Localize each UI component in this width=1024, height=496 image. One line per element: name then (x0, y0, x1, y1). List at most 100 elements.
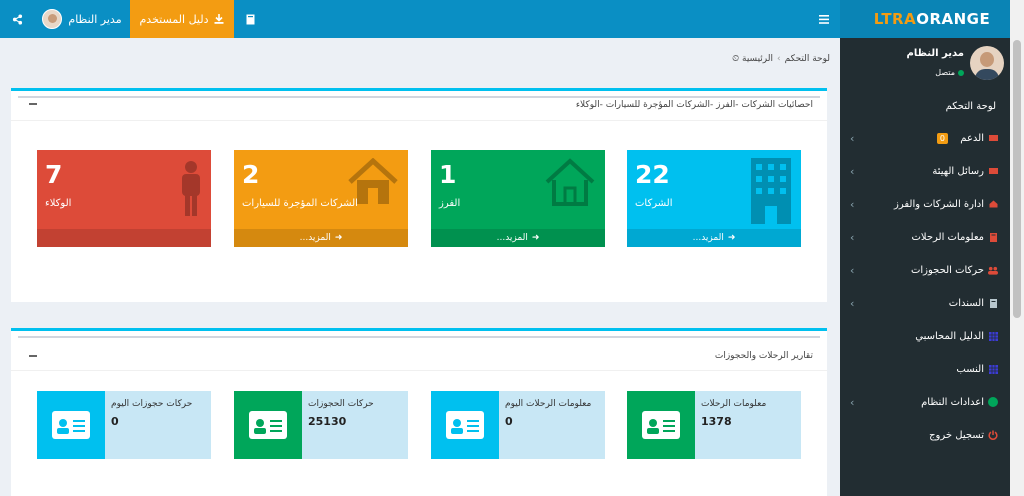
sidebar-item-accounts-guide[interactable]: الدليل المحاسبي (840, 324, 1010, 348)
panel-divider (18, 336, 820, 338)
reports-panel: تقارير الرحلات والحجوزات حركات حجوزات ال… (11, 328, 827, 496)
arrow-circle-icon: ➜ (727, 233, 736, 243)
sidebar-toggle-icon[interactable] (808, 0, 840, 38)
status-label: متصل (935, 68, 955, 77)
minimize-icon[interactable] (29, 103, 37, 105)
power-icon (988, 430, 998, 440)
grid-icon (988, 331, 998, 341)
home-icon (348, 157, 398, 209)
chevron-left-icon: ‹ (850, 263, 855, 277)
users-icon (988, 265, 998, 275)
breadcrumb-separator: › (777, 54, 781, 64)
info-box-label: حركات حجوزات اليوم (111, 399, 193, 409)
sorting-tile[interactable]: 1 الفرز ...المزيد ➜ (431, 150, 605, 247)
sidebar-item-settings[interactable]: ‹ اعدادات النظام (840, 390, 1010, 414)
download-icon (214, 14, 224, 24)
sidebar-item-bookings[interactable]: ‹ حركات الحجوزات (840, 258, 1010, 282)
sidebar-item-logout[interactable]: تسجيل خروج (840, 423, 1010, 447)
user-guide-label: دليل المستخدم (139, 12, 209, 26)
share-icon[interactable] (0, 0, 34, 38)
person-icon (179, 160, 203, 221)
document-icon (988, 298, 998, 308)
grid-icon (988, 364, 998, 374)
top-navbar: مدير النظام دليل المستخدم (0, 0, 840, 38)
sidebar-user-name: مدير النظام (906, 48, 964, 59)
avatar (970, 46, 1004, 80)
arrow-circle-icon: ➜ (531, 233, 540, 243)
panel-title: تقارير الرحلات والحجوزات (714, 351, 813, 361)
dashboard-icon: ⏲ (732, 54, 740, 64)
info-box-value: 25130 (308, 415, 347, 428)
sidebar-item-label: معلومات الرحلات (911, 231, 984, 243)
sidebar-item-label: الدليل المحاسبي (915, 330, 984, 342)
page-scrollbar[interactable] (1010, 0, 1024, 496)
info-box-value: 1378 (701, 415, 732, 428)
scrollbar-thumb[interactable] (1013, 40, 1021, 318)
more-link[interactable]: ...المزيد ➜ (627, 229, 801, 247)
tile-label: الوكلاء (45, 198, 72, 209)
minimize-icon[interactable] (29, 355, 37, 357)
chevron-left-icon: ‹ (850, 131, 855, 145)
tile-label: الشركات المؤجرة للسيارات (242, 198, 358, 209)
rental-companies-tile[interactable]: 2 الشركات المؤجرة للسيارات ...المزيد ➜ (234, 150, 408, 247)
envelope-icon (988, 133, 998, 143)
sidebar-item-label: الدعم (960, 132, 984, 144)
support-badge: 0 (936, 132, 948, 144)
tile-value: 1 (439, 160, 457, 189)
online-dot-icon (958, 69, 964, 76)
avatar (42, 9, 63, 29)
sidebar-item-label: ادارة الشركات والفرز (894, 198, 984, 210)
user-panel: مدير النظام متصل (840, 38, 1010, 90)
chevron-left-icon: ‹ (850, 164, 855, 178)
sidebar-item-trips[interactable]: ‹ معلومات الرحلات (840, 225, 1010, 249)
info-box-label: معلومات الرحلات (701, 399, 767, 409)
brand-part1: LTRA (873, 10, 917, 28)
book-icon (988, 232, 998, 242)
info-box-value: 0 (111, 415, 119, 428)
toggle-icon (988, 397, 998, 407)
more-link[interactable]: ...المزيد ➜ (234, 229, 408, 247)
status-badge: متصل (935, 68, 964, 77)
agents-tile[interactable]: 7 الوكلاء (37, 150, 211, 247)
breadcrumb-current: لوحة التحكم (784, 54, 830, 64)
chevron-left-icon: ‹ (850, 230, 855, 244)
tile-footer (37, 229, 211, 247)
brand-logo[interactable]: LTRAORANGE (840, 0, 1024, 38)
today-bookings-box[interactable]: حركات حجوزات اليوم 0 (37, 391, 211, 459)
sidebar-item-vouchers[interactable]: ‹ السندات (840, 291, 1010, 315)
sidebar-item-support[interactable]: ‹ 0 الدعم (840, 126, 1010, 150)
sidebar-item-label: حركات الحجوزات (910, 264, 984, 276)
breadcrumb-home-link[interactable]: الرئيسية (742, 54, 773, 64)
book-icon[interactable] (234, 0, 266, 38)
sidebar-item-label: لوحة التحكم (945, 100, 996, 112)
sidebar-item-label: تسجيل خروج (929, 429, 984, 441)
sidebar-item-dashboard[interactable]: لوحة التحكم (840, 94, 1010, 118)
more-link[interactable]: ...المزيد ➜ (431, 229, 605, 247)
chevron-left-icon: ‹ (850, 395, 855, 409)
panel-header: احصائيات الشركات -الفرز -الشركات المؤجرة… (11, 91, 827, 121)
sidebar-item-companies[interactable]: ‹ ادارة الشركات والفرز (840, 192, 1010, 216)
sidebar-item-messages[interactable]: ‹ رسائل الهيئة (840, 159, 1010, 183)
info-box-label: حركات الحجوزات (308, 399, 374, 409)
today-trips-box[interactable]: معلومات الرحلات اليوم 0 (431, 391, 605, 459)
arrow-circle-icon: ➜ (334, 233, 343, 243)
panel-divider (18, 96, 820, 98)
trips-box[interactable]: معلومات الرحلات 1378 (627, 391, 801, 459)
home-icon (988, 199, 998, 209)
chevron-left-icon: ‹ (850, 197, 855, 211)
panel-header: تقارير الرحلات والحجوزات (11, 331, 827, 371)
tile-value: 7 (45, 160, 63, 189)
info-box-value: 0 (505, 415, 513, 428)
sidebar-item-label: النسب (956, 363, 984, 375)
bookings-box[interactable]: حركات الحجوزات 25130 (234, 391, 408, 459)
more-label: ...المزيد (299, 233, 331, 243)
info-box-label: معلومات الرحلات اليوم (505, 399, 592, 409)
brand-part2: ORANGE (916, 10, 991, 28)
panel-title: احصائيات الشركات -الفرز -الشركات المؤجرة… (575, 100, 813, 110)
sidebar-item-ratios[interactable]: النسب (840, 357, 1010, 381)
user-menu[interactable]: مدير النظام (34, 0, 130, 38)
tile-value: 2 (242, 160, 260, 189)
user-guide-button[interactable]: دليل المستخدم (130, 0, 234, 38)
companies-tile[interactable]: 22 الشركات ...المزيد ➜ (627, 150, 801, 247)
id-card-icon (627, 391, 695, 459)
